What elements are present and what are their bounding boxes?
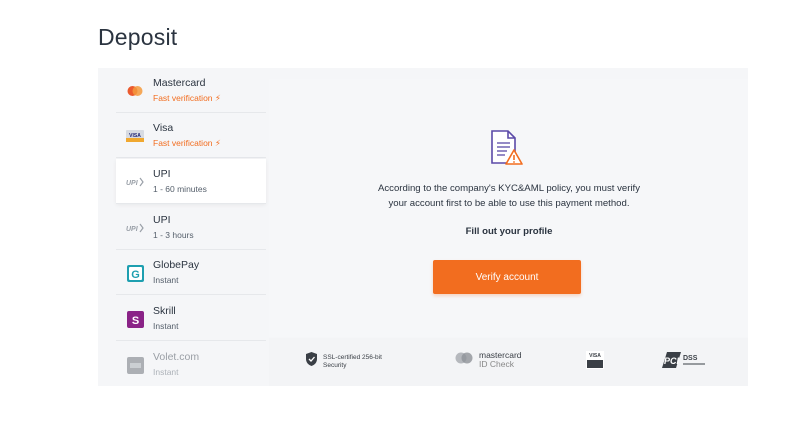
visa-icon: VISA	[126, 127, 144, 145]
method-sub: Fast verification ⚡	[153, 93, 221, 103]
volet-icon	[126, 356, 144, 374]
kyc-policy-text: According to the company's KYC&AML polic…	[377, 183, 641, 209]
method-globepay[interactable]: G GlobePay Instant	[116, 250, 266, 295]
method-name: Visa	[153, 122, 174, 134]
svg-text:UPI: UPI	[126, 226, 139, 233]
method-sub: Instant	[153, 321, 179, 331]
pci-dss-icon: PCI DSS	[661, 351, 707, 374]
document-warning-icon	[488, 129, 524, 167]
fill-profile-label: Fill out your profile	[465, 226, 553, 237]
method-upi-slow[interactable]: UPI UPI 1 - 3 hours	[116, 205, 266, 250]
svg-text:G: G	[131, 269, 140, 281]
method-upi-fast[interactable]: UPI UPI 1 - 60 minutes	[116, 159, 266, 204]
globepay-icon: G	[126, 264, 144, 282]
pci-dss-text: DSS	[683, 355, 698, 362]
method-name: Skrill	[153, 305, 176, 317]
svg-text:UPI: UPI	[126, 180, 139, 187]
visa-secure-text: VISA	[589, 353, 601, 359]
visa-secure-badge: VISA	[586, 351, 604, 374]
deposit-panel: Mastercard Fast verification ⚡ VISA Visa…	[98, 68, 748, 386]
method-sub: Instant	[153, 367, 179, 377]
shield-check-icon	[305, 351, 318, 372]
svg-text:PCI: PCI	[664, 356, 680, 366]
method-name: Mastercard	[153, 77, 206, 89]
page-title: Deposit	[98, 24, 178, 50]
payment-methods-list[interactable]: Mastercard Fast verification ⚡ VISA Visa…	[116, 68, 266, 386]
method-sub: Instant	[153, 275, 179, 285]
ssl-line2: Security	[323, 361, 347, 369]
verification-notice: According to the company's KYC&AML polic…	[269, 79, 748, 337]
security-badges: SSL-certified 256-bit Security mastercar…	[269, 338, 748, 386]
method-name: GlobePay	[153, 259, 200, 271]
method-mastercard[interactable]: Mastercard Fast verification ⚡	[116, 68, 266, 113]
method-name: UPI	[153, 214, 171, 226]
method-sub: 1 - 60 minutes	[153, 184, 207, 194]
pci-dss-badge: PCI DSS	[661, 351, 707, 374]
mastercard-logo-icon	[454, 351, 474, 369]
upi-icon: UPI	[126, 173, 144, 191]
svg-text:S: S	[131, 315, 138, 327]
method-volet[interactable]: Volet.com Instant	[116, 342, 266, 386]
method-visa[interactable]: VISA Visa Fast verification ⚡	[116, 113, 266, 158]
method-sub: Fast verification ⚡	[153, 138, 221, 148]
method-name: Volet.com	[153, 351, 200, 363]
method-sub: 1 - 3 hours	[153, 230, 194, 240]
method-name: UPI	[153, 168, 171, 180]
svg-text:VISA: VISA	[129, 133, 141, 139]
ssl-line1: SSL-certified 256-bit	[323, 353, 382, 361]
id-check-label: ID Check	[479, 359, 514, 369]
mastercard-id-check-badge: mastercard ID Check	[454, 351, 522, 369]
skrill-icon: S	[126, 310, 144, 328]
mastercard-icon	[126, 82, 144, 100]
verify-account-button[interactable]: Verify account	[433, 260, 581, 294]
upi-icon: UPI	[126, 219, 144, 237]
visa-secure-icon: VISA	[586, 351, 604, 374]
method-skrill[interactable]: S Skrill Instant	[116, 296, 266, 341]
ssl-badge: SSL-certified 256-bit Security	[305, 351, 382, 372]
